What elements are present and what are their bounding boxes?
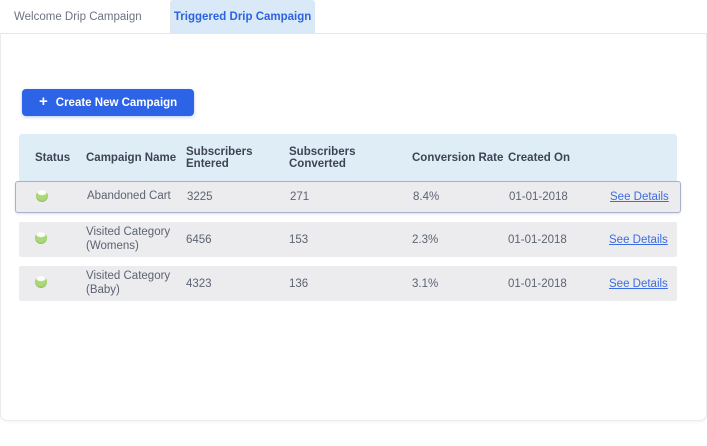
header-conversion-rate: Conversion Rate [412, 151, 504, 164]
header-status: Status [35, 151, 71, 164]
table-header-row: Status Campaign Name Subscribers Entered… [19, 134, 677, 181]
campaign-name-cell: Abandoned Cart [87, 190, 171, 203]
conversion-rate-cell: 3.1% [412, 277, 439, 290]
table-row[interactable]: Visited Category (Baby) 4323 136 3.1% 01… [19, 266, 677, 301]
created-on-cell: 01-01-2018 [508, 233, 567, 246]
table-row[interactable]: Visited Category (Womens) 6456 153 2.3% … [19, 222, 677, 257]
status-active-icon [35, 276, 47, 288]
subscribers-converted-cell: 271 [290, 191, 310, 203]
content-panel: + Create New Campaign Status Campaign Na… [0, 33, 707, 421]
table-row[interactable]: Abandoned Cart 3225 271 8.4% 01-01-2018 … [15, 181, 681, 213]
header-subscribers-entered: Subscribers Entered [186, 145, 253, 170]
header-created-on: Created On [508, 151, 570, 164]
subscribers-converted-cell: 153 [289, 233, 309, 246]
subscribers-converted-cell: 136 [289, 277, 309, 290]
subscribers-entered-cell: 4323 [186, 277, 212, 290]
header-subscribers-converted: Subscribers Converted [289, 145, 356, 170]
status-active-icon [36, 189, 48, 202]
plus-icon: + [39, 93, 48, 110]
status-active-icon [35, 232, 47, 244]
see-details-link[interactable]: See Details [609, 278, 668, 290]
campaign-name-cell: Visited Category (Womens) [86, 226, 171, 252]
see-details-link[interactable]: See Details [609, 234, 668, 246]
subscribers-entered-cell: 6456 [186, 233, 212, 246]
conversion-rate-cell: 8.4% [413, 191, 440, 203]
create-new-campaign-button[interactable]: + Create New Campaign [22, 89, 195, 116]
conversion-rate-cell: 2.3% [412, 233, 439, 246]
header-campaign-name: Campaign Name [86, 151, 177, 164]
campaigns-table: Status Campaign Name Subscribers Entered… [15, 134, 681, 310]
tab-bar: Welcome Drip Campaign Triggered Drip Cam… [0, 0, 707, 33]
tab-welcome-drip-campaign[interactable]: Welcome Drip Campaign [0, 0, 170, 33]
see-details-link[interactable]: See Details [610, 191, 669, 203]
tab-triggered-drip-campaign[interactable]: Triggered Drip Campaign [169, 0, 315, 33]
created-on-cell: 01-01-2018 [509, 191, 568, 203]
create-button-label: Create New Campaign [55, 96, 178, 109]
campaign-dashboard: Welcome Drip Campaign Triggered Drip Cam… [0, 0, 707, 446]
campaign-name-cell: Visited Category (Baby) [86, 270, 171, 296]
created-on-cell: 01-01-2018 [508, 277, 567, 290]
subscribers-entered-cell: 3225 [187, 191, 213, 203]
